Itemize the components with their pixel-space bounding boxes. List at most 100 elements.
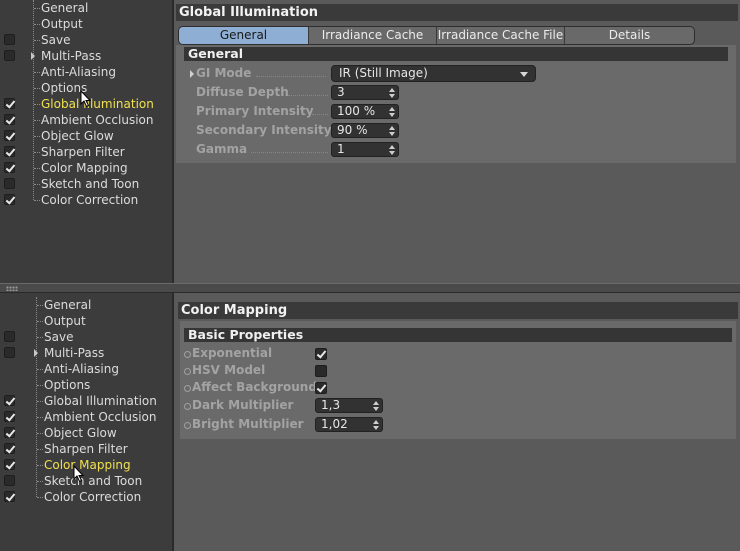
sidebar-item-object-glow[interactable]: Object Glow bbox=[0, 128, 172, 144]
sidebar-item-sharpen-filter[interactable]: Sharpen Filter bbox=[0, 144, 172, 160]
sidebar-item-sketch-and-toon[interactable]: Sketch and Toon bbox=[0, 473, 172, 489]
animation-dot-icon[interactable] bbox=[184, 368, 191, 375]
pane-splitter[interactable] bbox=[0, 283, 740, 293]
sidebar-item-ambient-occlusion[interactable]: Ambient Occlusion bbox=[0, 112, 172, 128]
sidebar-item-ambient-occlusion[interactable]: Ambient Occlusion bbox=[0, 409, 172, 425]
checkbox-icon[interactable] bbox=[4, 146, 15, 157]
spinner-arrows-icon[interactable] bbox=[389, 126, 395, 136]
sidebar-item-color-correction[interactable]: Color Correction bbox=[0, 192, 172, 208]
animation-dot-icon[interactable] bbox=[184, 385, 191, 392]
sidebar-item-label: Options bbox=[44, 378, 91, 392]
sidebar-item-output[interactable]: Output bbox=[0, 313, 172, 329]
tree-connector bbox=[34, 160, 40, 169]
panel-title: Global Illumination bbox=[176, 4, 738, 21]
sidebar-item-options[interactable]: Options bbox=[0, 377, 172, 393]
checkbox-icon[interactable] bbox=[4, 411, 15, 422]
sidebar-item-anti-aliasing[interactable]: Anti-Aliasing bbox=[0, 64, 172, 80]
checkbox-icon[interactable] bbox=[4, 491, 15, 502]
checkbox-icon[interactable] bbox=[4, 194, 15, 205]
sidebar-item-save[interactable]: Save bbox=[0, 32, 172, 48]
sidebar-item-multi-pass[interactable]: Multi-Pass bbox=[0, 345, 172, 361]
exponential-checkbox[interactable] bbox=[315, 348, 327, 360]
sidebar-item-label: Anti-Aliasing bbox=[41, 65, 116, 79]
sidebar-item-output[interactable]: Output bbox=[0, 16, 172, 32]
sidebar-item-sharpen-filter[interactable]: Sharpen Filter bbox=[0, 441, 172, 457]
checkbox-icon[interactable] bbox=[4, 459, 15, 470]
bright-multiplier-row: Bright Multiplier 1,02 bbox=[180, 416, 736, 433]
diffuse-depth-field[interactable]: 3 bbox=[331, 85, 399, 100]
tree-connector bbox=[37, 297, 43, 306]
sidebar-item-label: Sketch and Toon bbox=[44, 474, 143, 488]
dotted-leader bbox=[256, 76, 326, 77]
bright-multiplier-field[interactable]: 1,02 bbox=[315, 417, 383, 432]
spinner-arrows-icon[interactable] bbox=[389, 107, 395, 117]
attributes-panel: Color Mapping Basic Properties Exponenti… bbox=[174, 293, 740, 551]
gamma-label: Gamma bbox=[196, 142, 248, 156]
sidebar-item-label: Color Mapping bbox=[41, 161, 128, 175]
spinner-arrows-icon[interactable] bbox=[389, 88, 395, 98]
tree-connector bbox=[34, 32, 40, 41]
spinner-arrows-icon[interactable] bbox=[373, 401, 379, 411]
animation-dot-icon[interactable] bbox=[184, 403, 191, 410]
checkbox-icon[interactable] bbox=[4, 331, 15, 342]
tab-irradiance-cache-file[interactable]: Irradiance Cache File bbox=[437, 27, 565, 44]
sidebar-item-color-mapping[interactable]: Color Mapping bbox=[0, 457, 172, 473]
primary-intensity-row: Primary Intensity 100 % bbox=[176, 103, 736, 120]
checkbox-icon[interactable] bbox=[4, 475, 15, 486]
checkbox-icon[interactable] bbox=[4, 178, 15, 189]
spinner-arrows-icon[interactable] bbox=[389, 145, 395, 155]
tab-general[interactable]: General bbox=[179, 27, 309, 44]
expand-arrow-icon[interactable] bbox=[31, 52, 35, 60]
secondary-intensity-row: Secondary Intensity 90 % bbox=[176, 122, 736, 139]
sidebar-item-general[interactable]: General bbox=[0, 0, 172, 16]
dark-multiplier-label: Dark Multiplier bbox=[192, 398, 294, 412]
checkbox-icon[interactable] bbox=[4, 114, 15, 125]
gamma-value: 1 bbox=[337, 142, 345, 156]
gi-mode-value: IR (Still Image) bbox=[339, 66, 428, 80]
checkbox-icon[interactable] bbox=[4, 34, 15, 45]
checkbox-icon[interactable] bbox=[4, 162, 15, 173]
animation-dot-icon[interactable] bbox=[184, 351, 191, 358]
checkbox-icon[interactable] bbox=[4, 427, 15, 438]
spinner-arrows-icon[interactable] bbox=[373, 420, 379, 430]
checkbox-icon[interactable] bbox=[4, 98, 15, 109]
sidebar-item-color-correction[interactable]: Color Correction bbox=[0, 489, 172, 505]
tab-details[interactable]: Details bbox=[565, 27, 694, 44]
sidebar-item-save[interactable]: Save bbox=[0, 329, 172, 345]
tab-irradiance-cache[interactable]: Irradiance Cache bbox=[309, 27, 437, 44]
sidebar-item-multi-pass[interactable]: Multi-Pass bbox=[0, 48, 172, 64]
checkbox-icon[interactable] bbox=[4, 347, 15, 358]
checkbox-icon[interactable] bbox=[4, 130, 15, 141]
gi-mode-dropdown[interactable]: IR (Still Image) bbox=[331, 65, 536, 82]
sidebar-item-color-mapping[interactable]: Color Mapping bbox=[0, 160, 172, 176]
primary-intensity-field[interactable]: 100 % bbox=[331, 104, 399, 119]
gamma-field[interactable]: 1 bbox=[331, 142, 399, 157]
sidebar-item-label: Anti-Aliasing bbox=[44, 362, 119, 376]
tree-connector bbox=[37, 425, 43, 434]
sidebar-item-general[interactable]: General bbox=[0, 297, 172, 313]
sidebar-item-object-glow[interactable]: Object Glow bbox=[0, 425, 172, 441]
secondary-intensity-field[interactable]: 90 % bbox=[331, 123, 399, 138]
sidebar-item-label: General bbox=[44, 298, 92, 312]
tree-connector bbox=[37, 473, 43, 482]
tree-connector bbox=[34, 192, 40, 201]
sidebar-item-sketch-and-toon[interactable]: Sketch and Toon bbox=[0, 176, 172, 192]
sidebar-item-global-illumination[interactable]: Global Illumination bbox=[0, 393, 172, 409]
expand-arrow-icon[interactable] bbox=[34, 349, 38, 357]
sidebar-item-anti-aliasing[interactable]: Anti-Aliasing bbox=[0, 361, 172, 377]
checkbox-icon[interactable] bbox=[4, 50, 15, 61]
dotted-leader bbox=[288, 95, 328, 96]
affect-background-checkbox[interactable] bbox=[315, 382, 327, 394]
checkbox-icon[interactable] bbox=[4, 395, 15, 406]
animation-dot-icon[interactable] bbox=[184, 422, 191, 429]
expand-arrow-icon[interactable] bbox=[190, 70, 194, 78]
hsv-model-checkbox[interactable] bbox=[315, 365, 327, 377]
checkbox-icon[interactable] bbox=[4, 443, 15, 454]
splitter-grip-icon[interactable] bbox=[6, 286, 18, 291]
tree-connector bbox=[34, 64, 40, 73]
top-pane: General Output Save Multi-Pass Anti-Aliasing… bbox=[0, 0, 740, 283]
tree-connector bbox=[37, 489, 43, 498]
tree-connector bbox=[34, 144, 40, 153]
dark-multiplier-field[interactable]: 1,3 bbox=[315, 398, 383, 413]
dark-multiplier-value: 1,3 bbox=[321, 398, 341, 412]
